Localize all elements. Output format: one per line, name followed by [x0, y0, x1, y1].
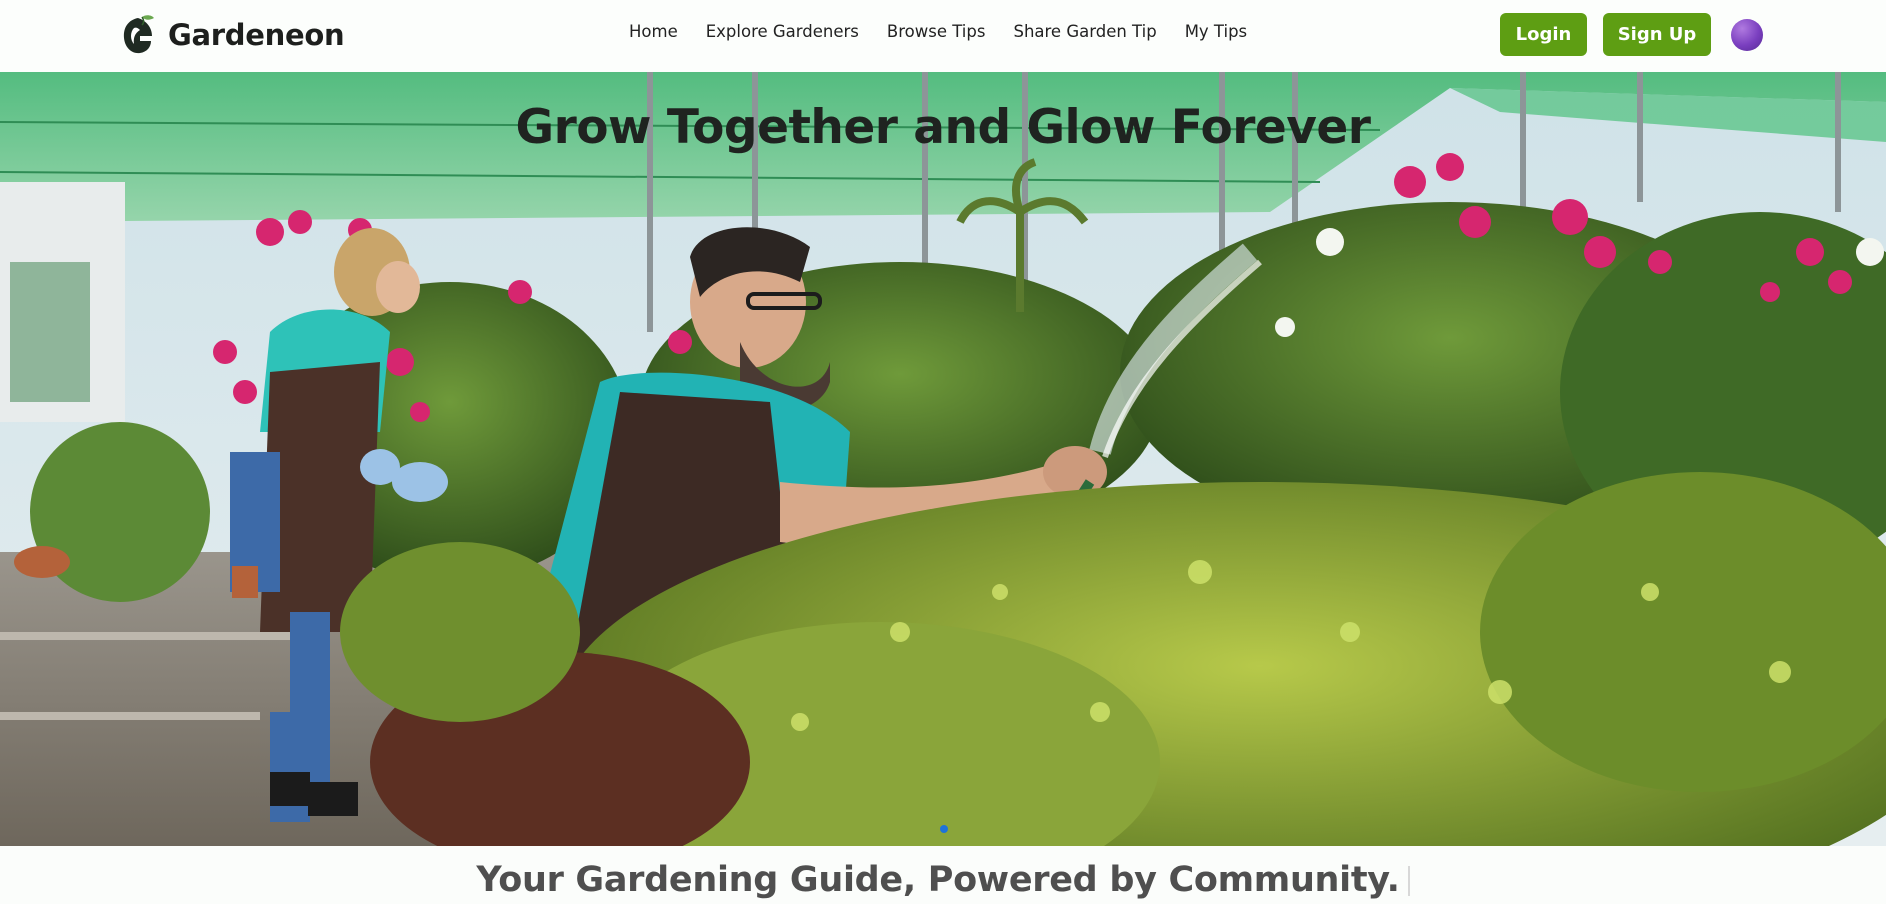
brand-home-link[interactable]: Gardeneon [120, 14, 345, 56]
tagline-text: Your Gardening Guide, Powered by Communi… [476, 860, 1400, 900]
nav-share-garden-tip-link[interactable]: Share Garden Tip [1013, 22, 1156, 41]
login-button[interactable]: Login [1500, 13, 1587, 56]
nav-home-link[interactable]: Home [629, 22, 678, 41]
carousel-dot-active[interactable] [940, 825, 948, 833]
tagline-heading: Your Gardening Guide, Powered by Communi… [0, 860, 1886, 900]
user-avatar-icon[interactable] [1731, 19, 1763, 51]
nav-explore-gardeners-link[interactable]: Explore Gardeners [706, 22, 859, 41]
nav-browse-tips-link[interactable]: Browse Tips [887, 22, 986, 41]
brand-name: Gardeneon [168, 18, 345, 52]
signup-button[interactable]: Sign Up [1603, 13, 1711, 56]
leaf-g-logo-icon [123, 15, 154, 54]
hero-title: Grow Together and Glow Forever [515, 100, 1371, 155]
main-nav: Home Explore Gardeners Browse Tips Share… [629, 22, 1247, 41]
nav-my-tips-link[interactable]: My Tips [1185, 22, 1247, 41]
typing-cursor [1407, 866, 1410, 896]
top-navbar: Gardeneon Home Explore Gardeners Browse … [0, 0, 1886, 72]
gardeners-watering-plants-photo [0, 72, 1886, 846]
hero-banner: Grow Together and Glow Forever [0, 72, 1886, 846]
